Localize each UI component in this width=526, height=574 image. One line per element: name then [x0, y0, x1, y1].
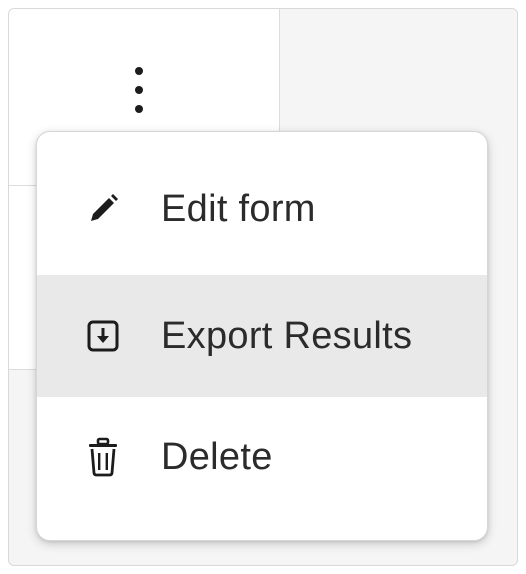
- trash-icon: [83, 437, 123, 477]
- options-menu: Edit form Export Results Delete: [36, 131, 488, 541]
- menu-item-label: Export Results: [161, 314, 413, 357]
- menu-item-edit-form[interactable]: Edit form: [37, 148, 487, 270]
- more-vertical-icon-dot: [135, 86, 143, 94]
- more-options-button[interactable]: [125, 61, 153, 119]
- screen: Edit form Export Results Delete: [0, 0, 526, 574]
- menu-item-delete[interactable]: Delete: [37, 396, 487, 518]
- menu-item-label: Delete: [161, 435, 273, 478]
- menu-item-export-results[interactable]: Export Results: [37, 275, 487, 397]
- more-vertical-icon: [135, 67, 143, 75]
- menu-item-label: Edit form: [161, 187, 316, 230]
- pencil-icon: [83, 189, 123, 229]
- download-box-icon: [83, 316, 123, 356]
- more-vertical-icon-dot: [135, 105, 143, 113]
